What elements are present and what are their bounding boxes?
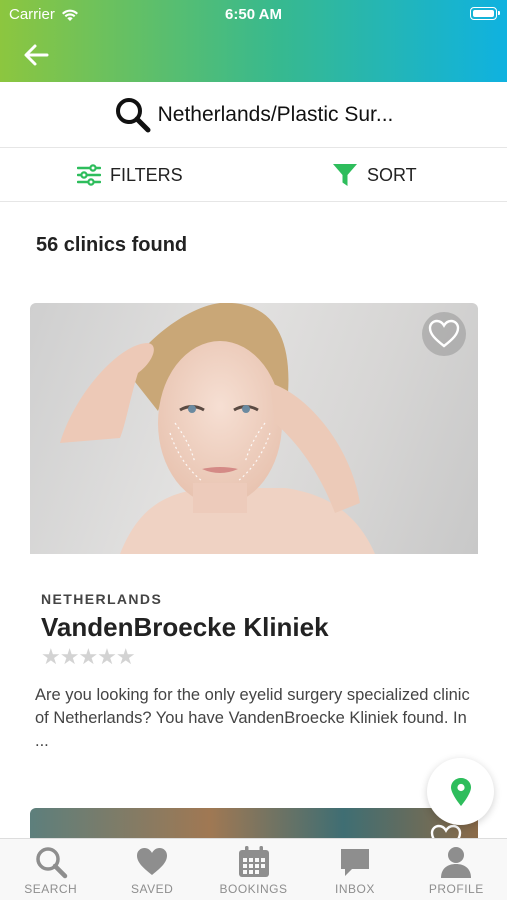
tab-search[interactable]: SEARCH [0, 839, 101, 900]
heart-outline-icon [428, 319, 460, 348]
filter-sort-bar: FILTERS SORT [0, 148, 507, 202]
calendar-icon [238, 846, 269, 877]
tab-label: PROFILE [428, 882, 484, 896]
tab-label: INBOX [335, 882, 375, 896]
person-icon [441, 847, 472, 878]
clinic-description: Are you looking for the only eyelid surg… [35, 686, 470, 750]
sort-label: SORT [367, 164, 417, 185]
sort-button[interactable]: SORT [332, 148, 417, 202]
rating-stars: ★★★★★ [41, 644, 136, 669]
battery-icon [470, 7, 500, 20]
favorite-button[interactable] [422, 312, 466, 356]
status-bar: Carrier 6:50 AM [0, 0, 507, 28]
clinic-card[interactable]: NETHERLANDS VandenBroecke Kliniek ★★★★★ … [30, 303, 478, 763]
clinic-name[interactable]: VandenBroecke Kliniek [41, 612, 329, 643]
clock: 6:50 AM [225, 6, 282, 23]
woman-portrait-image [60, 303, 375, 554]
filters-label: FILTERS [110, 164, 183, 185]
search-query[interactable]: Netherlands/Plastic Sur... [158, 103, 394, 127]
map-pin-icon [450, 777, 471, 806]
heart-icon [137, 848, 168, 875]
tab-saved[interactable]: SAVED [101, 839, 202, 900]
sliders-icon [77, 164, 101, 186]
screen: Carrier 6:50 AM Netherlands/Plastic Sur.… [0, 0, 507, 900]
tab-inbox[interactable]: INBOX [304, 839, 405, 900]
tab-profile[interactable]: PROFILE [406, 839, 507, 900]
header-bar: Carrier 6:50 AM [0, 0, 507, 82]
tab-label: BOOKINGS [219, 882, 288, 896]
filters-button[interactable]: FILTERS [77, 148, 183, 202]
back-arrow-icon[interactable] [22, 41, 52, 69]
search-bar[interactable]: Netherlands/Plastic Sur... [0, 82, 507, 148]
map-button[interactable] [427, 758, 494, 825]
search-icon [35, 847, 67, 879]
results-count: 56 clinics found [36, 234, 188, 256]
tab-label: SAVED [130, 882, 174, 896]
clinic-photo [30, 303, 478, 554]
tab-bookings[interactable]: BOOKINGS [203, 839, 304, 900]
search-icon [115, 97, 151, 132]
funnel-icon [333, 164, 357, 186]
tab-label: SEARCH [24, 882, 78, 896]
tab-bar: SEARCH SAVED BOOKINGS INBOX PROFILE [0, 838, 507, 900]
clinic-country: NETHERLANDS [41, 591, 163, 607]
chat-icon [340, 849, 369, 876]
